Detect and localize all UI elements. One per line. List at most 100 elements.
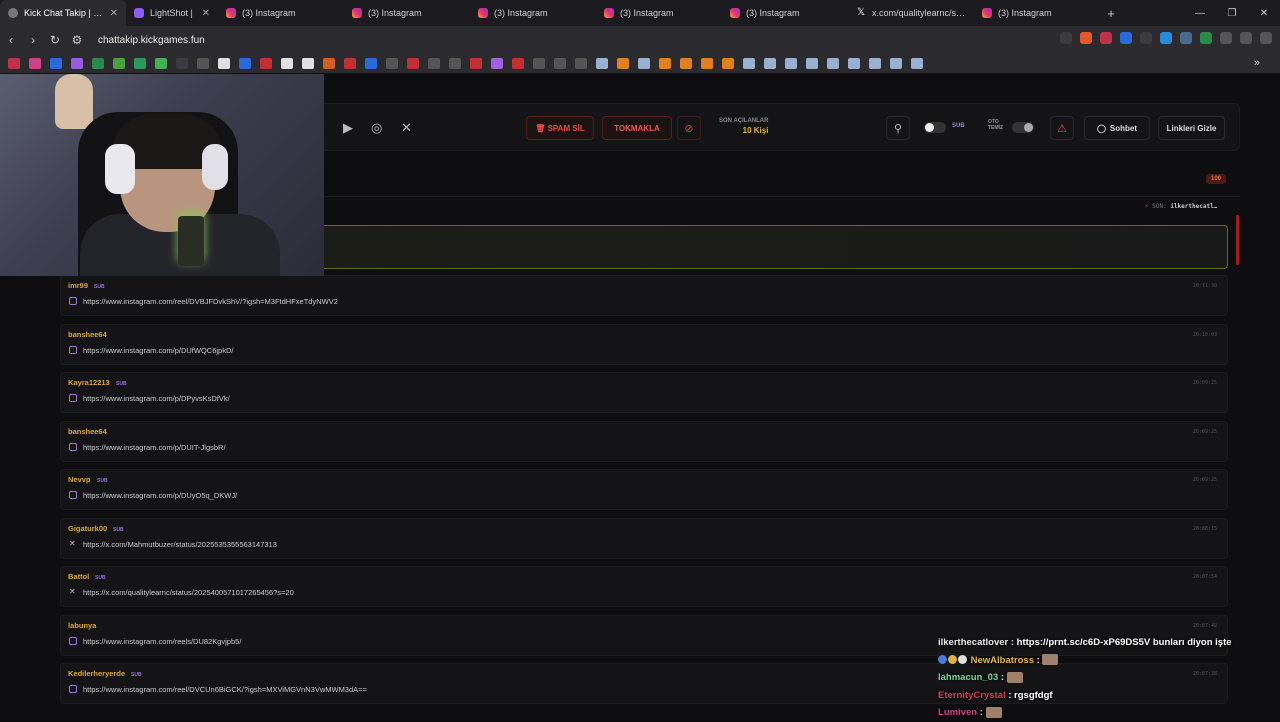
reload-icon[interactable]: ↻ — [44, 33, 66, 47]
bookmark-icon[interactable] — [8, 58, 20, 69]
bookmark-icon[interactable] — [680, 58, 692, 69]
bookmark-icon[interactable] — [197, 58, 209, 69]
bookmark-icon[interactable] — [722, 58, 734, 69]
message-username[interactable]: Kayra12213 — [68, 378, 110, 387]
message-username[interactable]: banshee64 — [68, 330, 107, 339]
ban-icon[interactable]: ⊘ — [677, 116, 701, 140]
bookmark-icon[interactable] — [113, 58, 125, 69]
bookmark-icon[interactable] — [449, 58, 461, 69]
extension-icon[interactable] — [1160, 32, 1172, 44]
bookmark-icon[interactable] — [806, 58, 818, 69]
extension-icon[interactable] — [1100, 32, 1112, 44]
bookmark-icon[interactable] — [155, 58, 167, 69]
bookmark-icon[interactable] — [239, 58, 251, 69]
tab-instagram[interactable]: (3) Instagram — [596, 0, 722, 26]
bookmark-icon[interactable] — [92, 58, 104, 69]
message-link[interactable]: https://www.instagram.com/reel/DVCUn6BiG… — [83, 685, 367, 694]
bookmark-icon[interactable] — [659, 58, 671, 69]
close-icon[interactable]: ✕ — [110, 8, 118, 19]
share-icon[interactable] — [1060, 32, 1072, 44]
back-icon[interactable]: ‹ — [0, 33, 22, 47]
forward-icon[interactable]: › — [22, 33, 44, 47]
extension-icon[interactable] — [1120, 32, 1132, 44]
menu-icon[interactable] — [1260, 32, 1272, 44]
new-tab-button[interactable]: + — [1100, 6, 1122, 21]
bookmark-icon[interactable] — [365, 58, 377, 69]
bookmark-icon[interactable] — [638, 58, 650, 69]
minimize-icon[interactable]: — — [1184, 8, 1216, 19]
message-username[interactable]: Gigaturk00 — [68, 524, 107, 533]
bookmark-icon[interactable] — [260, 58, 272, 69]
scrollbar-thumb[interactable] — [1236, 215, 1239, 265]
bookmark-icon[interactable] — [554, 58, 566, 69]
bookmark-icon[interactable] — [890, 58, 902, 69]
bookmark-icon[interactable] — [764, 58, 776, 69]
youtube-icon[interactable]: ▶ — [343, 120, 353, 136]
url-field[interactable]: chattakip.kickgames.fun — [98, 35, 205, 46]
bookmark-icon[interactable] — [575, 58, 587, 69]
close-window-icon[interactable]: ✕ — [1248, 8, 1280, 19]
message-username[interactable]: Nevvp — [68, 475, 91, 484]
message-link[interactable]: https://www.instagram.com/reels/DU82Kgvj… — [83, 637, 241, 646]
restore-icon[interactable]: ❐ — [1216, 8, 1248, 19]
message-link[interactable]: https://x.com/Mahmutbuzer/status/2025535… — [83, 540, 277, 549]
bookmark-icon[interactable] — [428, 58, 440, 69]
bookmark-icon[interactable] — [512, 58, 524, 69]
brave-shield-icon[interactable] — [1080, 32, 1092, 44]
bookmarks-more-icon[interactable]: » — [1254, 57, 1260, 69]
bookmark-icon[interactable] — [29, 58, 41, 69]
instagram-icon[interactable]: ◎ — [371, 120, 382, 136]
bookmark-icon[interactable] — [533, 58, 545, 69]
tab-lightshot[interactable]: LightShot | ✕ — [126, 0, 218, 26]
message-username[interactable]: imr99 — [68, 281, 88, 290]
tab-kick-chat[interactable]: Kick Chat Takip | Wich ✕ — [0, 0, 126, 26]
chat-button[interactable]: ◯ Sohbet — [1084, 116, 1150, 140]
bookmark-icon[interactable] — [785, 58, 797, 69]
message-row[interactable]: banshee64 https://www.instagram.com/p/DUf… — [60, 323, 1228, 365]
puzzle-icon[interactable] — [1220, 32, 1232, 44]
message-link[interactable]: https://www.instagram.com/p/DUfWQC6jpkD/ — [83, 346, 233, 355]
tab-instagram[interactable]: (3) Instagram — [218, 0, 344, 26]
sub-toggle[interactable] — [924, 122, 946, 133]
message-link[interactable]: https://www.instagram.com/reel/DVBJFDvkS… — [83, 297, 338, 306]
message-row[interactable]: imr99 https://www.instagram.com/reel/DVBJ… — [60, 275, 1228, 316]
hide-links-button[interactable]: Linkleri Gizle — [1158, 116, 1225, 140]
alert-icon[interactable]: ⚠ — [1050, 116, 1074, 140]
extension-icon[interactable] — [1140, 32, 1152, 44]
message-row[interactable]: Kayra12213 https://www.instagram.com/p/DP… — [60, 372, 1228, 413]
message-link[interactable]: https://x.com/qualitylearnc/status/20254… — [83, 588, 294, 597]
x-icon[interactable]: ✕ — [401, 120, 412, 136]
message-username[interactable]: Kedilerheryerde — [68, 669, 125, 678]
message-username[interactable]: Battol — [68, 572, 89, 581]
bookmark-icon[interactable] — [134, 58, 146, 69]
tab-instagram[interactable]: (3) Instagram — [344, 0, 470, 26]
tab-x[interactable]: 𝕏 x.com/qualitylearnc/status — [848, 0, 974, 26]
bookmark-icon[interactable] — [911, 58, 923, 69]
bookmark-icon[interactable] — [386, 58, 398, 69]
bookmark-icon[interactable] — [848, 58, 860, 69]
bookmark-icon[interactable] — [344, 58, 356, 69]
tokmakla-button[interactable]: TOKMAKLA — [602, 116, 672, 140]
bookmark-icon[interactable] — [176, 58, 188, 69]
bookmark-icon[interactable] — [701, 58, 713, 69]
extension-icon[interactable] — [1180, 32, 1192, 44]
bookmark-icon[interactable] — [302, 58, 314, 69]
message-username[interactable]: labunya — [68, 621, 96, 630]
extension-icon[interactable] — [1200, 32, 1212, 44]
auto-clean-toggle[interactable] — [1012, 122, 1034, 133]
message-row[interactable]: Nevvp https://www.instagram.com/p/DUyO5q_… — [60, 469, 1228, 510]
bookmark-icon[interactable] — [323, 58, 335, 69]
message-username[interactable]: banshee64 — [68, 427, 107, 436]
tab-instagram[interactable]: (3) Instagram — [974, 0, 1100, 26]
bookmark-icon[interactable] — [50, 58, 62, 69]
message-link[interactable]: https://www.instagram.com/p/DUyO5q_DKWJ/ — [83, 491, 237, 500]
close-icon[interactable]: ✕ — [202, 8, 210, 19]
message-row[interactable]: Gigaturk00 ✕ https://x.com/Mahmutbuzer/sta… — [60, 517, 1228, 559]
tab-instagram[interactable]: (3) Instagram — [722, 0, 848, 26]
message-link[interactable]: https://www.instagram.com/p/DPyvsKsDfVk/ — [83, 394, 230, 403]
bookmark-icon[interactable] — [407, 58, 419, 69]
bookmark-icon[interactable] — [218, 58, 230, 69]
bookmark-icon[interactable] — [491, 58, 503, 69]
message-row[interactable]: Battol ✕ https://x.com/qualitylearnc/statu… — [60, 566, 1228, 607]
bookmark-icon[interactable] — [827, 58, 839, 69]
